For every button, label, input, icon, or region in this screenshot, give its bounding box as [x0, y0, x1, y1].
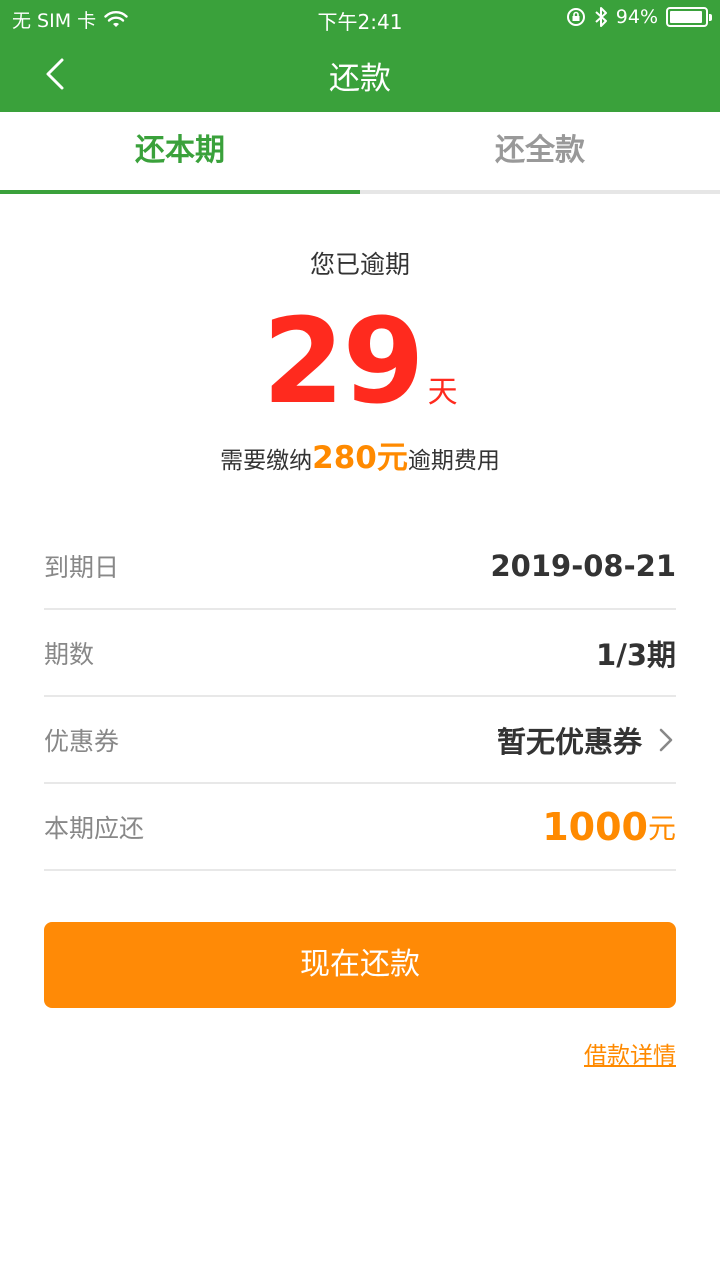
amount-due-value: 1000	[542, 804, 648, 849]
due-date-value: 2019-08-21	[490, 548, 677, 583]
fee-amount: 280元	[312, 440, 408, 476]
tab-full-payment[interactable]: 还全款	[360, 112, 720, 190]
nav-bar: 还款	[0, 36, 720, 112]
repayment-details: 到期日 2019-08-21 期数 1/3期 优惠券 暂无优惠券 本期应还 10…	[44, 523, 676, 871]
battery-icon	[666, 7, 712, 27]
amount-due-row: 本期应还 1000 元	[44, 784, 676, 871]
status-bar: 无 SIM 卡 下午2:41 94%	[0, 0, 720, 36]
chevron-right-icon	[659, 728, 673, 751]
bluetooth-icon	[595, 7, 607, 27]
overdue-days-number: 29	[262, 292, 424, 430]
installment-value: 1/3期	[596, 637, 676, 672]
overdue-fee-line: 需要缴纳280元逾期费用	[0, 432, 720, 477]
tab-current-period[interactable]: 还本期	[0, 112, 360, 194]
due-date-row: 到期日 2019-08-21	[44, 523, 676, 610]
coupon-value-wrap: 暂无优惠券	[497, 719, 676, 761]
status-right: 94%	[566, 6, 712, 28]
overdue-days: 29 天	[0, 292, 720, 430]
pay-now-button[interactable]: 现在还款	[44, 922, 676, 1008]
rotation-lock-icon	[566, 8, 585, 26]
battery-percent: 94%	[615, 6, 658, 28]
tab-bar: 还本期 还全款	[0, 112, 720, 194]
amount-due-unit: 元	[647, 811, 676, 845]
page-title: 还款	[329, 61, 391, 97]
installment-row: 期数 1/3期	[44, 610, 676, 697]
overdue-days-unit: 天	[427, 375, 458, 410]
fee-suffix: 逾期费用	[407, 448, 500, 474]
installment-label: 期数	[44, 639, 95, 669]
due-date-label: 到期日	[44, 552, 120, 582]
amount-due-label: 本期应还	[44, 813, 145, 843]
fee-prefix: 需要缴纳	[220, 448, 313, 474]
coupon-row[interactable]: 优惠券 暂无优惠券	[44, 697, 676, 784]
loan-details-link[interactable]: 借款详情	[584, 1036, 676, 1070]
coupon-label: 优惠券	[44, 726, 120, 756]
amount-due-value-wrap: 1000 元	[542, 805, 676, 849]
coupon-value: 暂无优惠券	[496, 724, 642, 759]
overdue-heading: 您已逾期	[309, 250, 410, 279]
